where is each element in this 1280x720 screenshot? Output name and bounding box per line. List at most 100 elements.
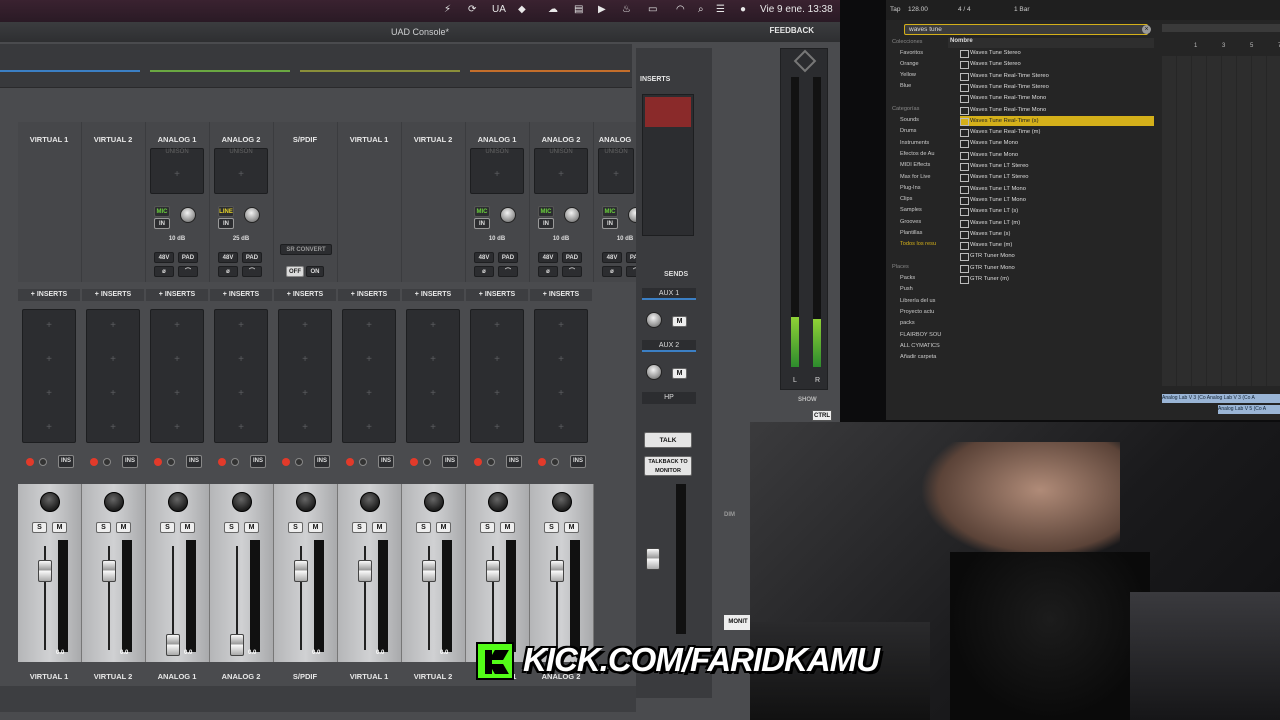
collection-item[interactable]: Yellow	[892, 72, 916, 78]
ins-button[interactable]: INS	[570, 455, 586, 468]
unison-slot[interactable]: UNISON +	[470, 148, 524, 194]
solo-button[interactable]: S	[288, 522, 303, 533]
48v-button[interactable]: 48V	[538, 252, 558, 263]
category-item[interactable]: Samples	[892, 207, 922, 213]
wifi-icon[interactable]: ◠	[676, 4, 685, 15]
pan-knob[interactable]	[232, 492, 252, 512]
inserts-header[interactable]: + INSERTS	[274, 289, 336, 301]
arrangement-overview[interactable]	[1162, 24, 1280, 32]
ins-button[interactable]: INS	[122, 455, 138, 468]
siri-icon[interactable]: ●	[740, 4, 746, 15]
mic-line-toggle[interactable]: MIC	[538, 206, 554, 217]
unison-slot[interactable]: UNISON +	[534, 148, 588, 194]
tap-tempo-button[interactable]: Tap	[890, 6, 900, 13]
pad-button[interactable]: PAD	[498, 252, 518, 263]
category-item[interactable]: Drums	[892, 128, 916, 134]
window-icon[interactable]: ▤	[574, 4, 583, 15]
solo-button[interactable]: S	[480, 522, 495, 533]
browser-file-item[interactable]: Waves Tune Stereo	[960, 48, 1154, 58]
category-item[interactable]: Plug-Ins	[892, 185, 921, 191]
mon-led[interactable]	[423, 458, 431, 466]
inserts-header[interactable]: + INSERTS	[530, 289, 592, 301]
battery-icon[interactable]: ▭	[648, 4, 657, 15]
flame-icon[interactable]: ♨	[622, 4, 631, 15]
mon-led[interactable]	[39, 458, 47, 466]
inserts-header[interactable]: + INSERTS	[402, 289, 464, 301]
sr-convert-on-button[interactable]: ON	[306, 266, 324, 277]
channel-fader[interactable]	[486, 560, 500, 582]
48v-button[interactable]: 48V	[602, 252, 622, 263]
aux1-mute-button[interactable]: M	[672, 316, 687, 327]
inserts-box[interactable]: + + + +	[278, 309, 332, 443]
mute-button[interactable]: M	[564, 522, 579, 533]
inserts-header[interactable]: + INSERTS	[18, 289, 80, 301]
mute-button[interactable]: M	[308, 522, 323, 533]
solo-button[interactable]: S	[96, 522, 111, 533]
channel-fader[interactable]	[550, 560, 564, 582]
category-item[interactable]: Max for Live	[892, 174, 930, 180]
place-item[interactable]: Packs	[892, 275, 915, 281]
low-cut-button[interactable]: ⌒	[498, 266, 518, 277]
channel-fader[interactable]	[102, 560, 116, 582]
unison-slot[interactable]: UNISON +	[598, 148, 634, 194]
midi-clip-1[interactable]: Analog Lab V 3 (Co Analog Lab V 3 (Co A	[1162, 394, 1280, 403]
active-plugin-slot[interactable]	[645, 97, 691, 127]
ins-button[interactable]: INS	[250, 455, 266, 468]
preamp-gain-knob[interactable]	[564, 207, 580, 223]
inserts-box[interactable]: + + + +	[150, 309, 204, 443]
pad-button[interactable]: PAD	[242, 252, 262, 263]
arrangement-view[interactable]	[1162, 56, 1280, 386]
place-item[interactable]: Proyecto actu	[892, 309, 934, 315]
polarity-button[interactable]: ø	[474, 266, 494, 277]
line-mic-toggle[interactable]: LINE	[218, 206, 234, 217]
preamp-gain-knob[interactable]	[180, 207, 196, 223]
mute-button[interactable]: M	[372, 522, 387, 533]
category-item[interactable]: Instruments	[892, 140, 929, 146]
preamp-gain-knob[interactable]	[500, 207, 516, 223]
browser-file-item[interactable]: Waves Tune Real-Time Stereo	[960, 82, 1154, 92]
rec-led[interactable]	[474, 458, 482, 466]
inserts-box[interactable]: + + + +	[214, 309, 268, 443]
mon-led[interactable]	[231, 458, 239, 466]
time-signature[interactable]: 4 / 4	[958, 6, 971, 13]
rec-led[interactable]	[346, 458, 354, 466]
input-button[interactable]: IN	[218, 218, 234, 229]
quantize-menu[interactable]: 1 Bar	[1014, 6, 1030, 13]
mon-led[interactable]	[359, 458, 367, 466]
category-item[interactable]: MIDI Effects	[892, 162, 930, 168]
overview-strip[interactable]	[0, 44, 632, 88]
rec-led[interactable]	[26, 458, 34, 466]
monitor-button[interactable]: MONIT	[724, 615, 752, 630]
place-item[interactable]: Librería del us	[892, 298, 935, 304]
preamp-gain-knob[interactable]	[244, 207, 260, 223]
ins-button[interactable]: INS	[58, 455, 74, 468]
tempo-field[interactable]: 128.00	[908, 6, 928, 13]
aux2-label[interactable]: AUX 2	[642, 340, 696, 352]
ins-button[interactable]: INS	[506, 455, 522, 468]
browser-file-item[interactable]: Waves Tune Mono	[960, 138, 1154, 149]
inserts-header[interactable]: + INSERTS	[82, 289, 144, 301]
bolt-icon[interactable]: ⚡	[444, 4, 451, 15]
pan-knob[interactable]	[40, 492, 60, 512]
talkback-fader[interactable]	[646, 548, 660, 570]
channel-fader[interactable]	[38, 560, 52, 582]
mon-led[interactable]	[103, 458, 111, 466]
pan-knob[interactable]	[296, 492, 316, 512]
48v-button[interactable]: 48V	[154, 252, 174, 263]
channel-fader[interactable]	[294, 560, 308, 582]
collection-item[interactable]: Favoritos	[892, 50, 923, 56]
hp-label[interactable]: HP	[642, 392, 696, 404]
feedback-button[interactable]: FEEDBACK	[770, 26, 814, 35]
solo-button[interactable]: S	[32, 522, 47, 533]
category-item[interactable]: Plantillas	[892, 230, 922, 236]
inserts-box[interactable]: + + + +	[534, 309, 588, 443]
browser-file-item[interactable]: Waves Tune Real-Time Mono	[960, 105, 1154, 115]
solo-button[interactable]: S	[224, 522, 239, 533]
input-button[interactable]: IN	[602, 218, 618, 229]
mute-button[interactable]: M	[180, 522, 195, 533]
browser-file-item[interactable]: GTR Tuner (m)	[960, 274, 1154, 284]
rec-led[interactable]	[538, 458, 546, 466]
place-item[interactable]: Añadir carpeta	[892, 354, 936, 360]
browser-file-item[interactable]: GTR Tuner Mono	[960, 263, 1154, 273]
collection-item[interactable]: Orange	[892, 61, 919, 67]
